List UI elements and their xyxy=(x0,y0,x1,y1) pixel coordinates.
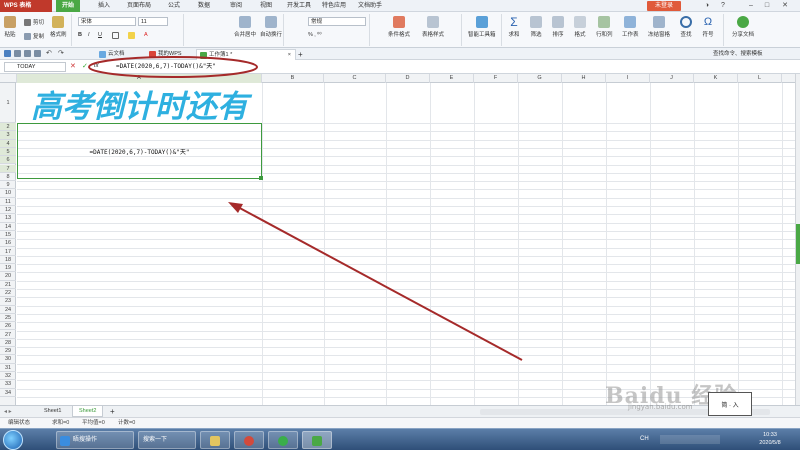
annotation-overlay xyxy=(88,56,523,361)
annotation-arrow-line xyxy=(235,205,523,361)
highlight-ellipse xyxy=(88,56,258,78)
wps-spreadsheet-window: WPS 表格 开始 插入 页面布局 公式 数据 审阅 视图 开发工具 特色应用 … xyxy=(0,0,800,450)
annotation-arrow-head xyxy=(228,202,243,213)
